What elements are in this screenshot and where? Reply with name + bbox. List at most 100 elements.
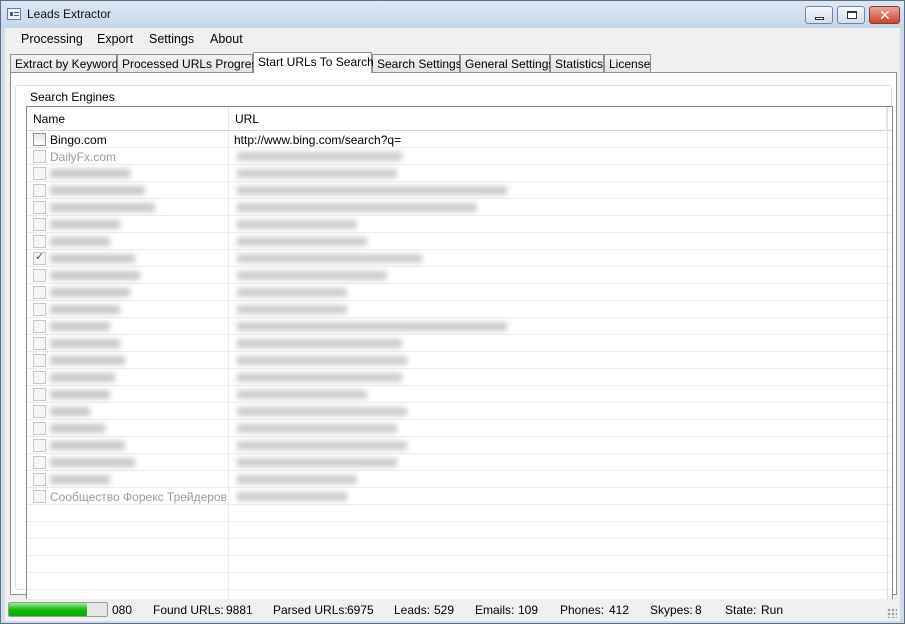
tab-general-settings[interactable]: General Settings [460,54,554,72]
row-url-redacted [237,203,477,212]
table-row[interactable] [27,386,887,403]
table-row[interactable] [27,335,887,352]
progress-label: 080 [112,603,133,617]
row-checkbox[interactable] [33,388,46,401]
table-row[interactable] [27,437,887,454]
table-row[interactable] [27,216,887,233]
menu-processing[interactable]: Processing [21,32,83,46]
row-url-redacted [237,424,397,433]
row-url-redacted [237,152,402,161]
table-row[interactable] [27,403,887,420]
table-row[interactable] [27,301,887,318]
parsed-urls-value: 6975 [347,603,374,617]
maximize-button[interactable] [837,6,865,24]
row-checkbox[interactable] [33,490,46,503]
table-row[interactable]: Bingo.com http://www.bing.com/search?q= [27,131,887,148]
table-row[interactable]: DailyFx.com [27,148,887,165]
row-checkbox[interactable] [33,473,46,486]
row-checkbox[interactable] [33,235,46,248]
resize-grip-icon[interactable] [887,608,897,618]
row-checkbox[interactable] [33,354,46,367]
table-row[interactable] [27,267,887,284]
row-url-redacted [237,492,347,501]
leads-value: 529 [434,603,455,617]
menu-bar: Processing Export Settings About [5,28,900,51]
row-checkbox[interactable] [33,422,46,435]
tab-extract-by-keywords[interactable]: Extract by Keywords [10,54,124,72]
progress-fill [9,603,88,616]
menu-settings[interactable]: Settings [149,32,194,46]
maximize-icon [847,11,857,19]
tab-statistics[interactable]: Statistics [550,54,604,72]
table-row[interactable] [27,352,887,369]
table-row[interactable] [27,420,887,437]
row-url-redacted [237,288,347,297]
minimize-button[interactable] [805,6,833,24]
table-row[interactable] [27,284,887,301]
row-name: DailyFx.com [50,150,117,164]
table-row[interactable] [27,182,887,199]
row-name-redacted [50,203,155,212]
table-row[interactable] [27,454,887,471]
row-name-redacted [50,441,125,450]
row-checkbox[interactable] [33,405,46,418]
row-checkbox[interactable] [33,218,46,231]
table-row[interactable] [27,250,887,267]
search-engines-group: Search Engines Name URL Bingo.com http://… [15,85,893,600]
table-row[interactable] [27,471,887,488]
title-bar[interactable]: Leads Extractor ✕ [1,1,904,28]
row-name-redacted [50,390,110,399]
row-name-redacted [50,305,120,314]
skypes-label: Skypes: [650,603,693,617]
row-checkbox[interactable] [33,201,46,214]
phones-value: 412 [609,603,630,617]
menu-export[interactable]: Export [97,32,133,46]
row-name-redacted [50,288,130,297]
column-header-name[interactable]: Name [27,107,229,130]
row-url-redacted [237,237,367,246]
row-url-redacted [237,322,507,331]
group-title: Search Engines [28,90,117,104]
row-url-redacted [237,475,357,484]
table-row[interactable] [27,318,887,335]
row-name-redacted [50,475,110,484]
row-checkbox[interactable] [33,337,46,350]
row-url-redacted [237,305,347,314]
row-url-redacted [237,254,422,263]
progress-bar [8,602,108,617]
row-checkbox[interactable] [33,286,46,299]
row-url-redacted [237,407,407,416]
tab-license[interactable]: License [604,54,651,72]
table-row[interactable] [27,199,887,216]
row-name: Bingo.com [50,133,107,147]
tab-search-settings[interactable]: Search Settings [372,54,462,72]
menu-about[interactable]: About [210,32,243,46]
app-window: Leads Extractor ✕ Processing Export Sett… [0,0,905,624]
row-checkbox[interactable] [33,133,46,146]
row-name-redacted [50,407,90,416]
close-button[interactable]: ✕ [869,6,900,24]
column-header-url[interactable]: URL [229,107,887,130]
row-checkbox[interactable] [33,439,46,452]
row-checkbox[interactable] [33,167,46,180]
row-checkbox[interactable] [33,371,46,384]
tab-start-urls-to-search[interactable]: Start URLs To Search [253,52,374,73]
row-checkbox[interactable] [33,303,46,316]
row-checkbox[interactable] [33,250,46,265]
row-name-redacted [50,339,120,348]
table-row[interactable]: Сообщество Форекс Трейдеров [27,488,887,505]
table-row[interactable] [27,369,887,386]
tab-panel: Search Engines Name URL Bingo.com http://… [10,72,897,600]
row-name-redacted [50,186,145,195]
row-checkbox[interactable] [33,184,46,197]
row-checkbox[interactable] [33,150,46,163]
table-row[interactable] [27,233,887,250]
row-checkbox[interactable] [33,269,46,282]
row-name-redacted [50,424,105,433]
tab-processed-urls-progress[interactable]: Processed URLs Progress [117,54,263,72]
row-checkbox[interactable] [33,456,46,469]
row-checkbox[interactable] [33,320,46,333]
table-row[interactable] [27,165,887,182]
search-engines-grid[interactable]: Name URL Bingo.com http://www.bing.com/se… [26,106,893,600]
row-name-redacted [50,322,110,331]
